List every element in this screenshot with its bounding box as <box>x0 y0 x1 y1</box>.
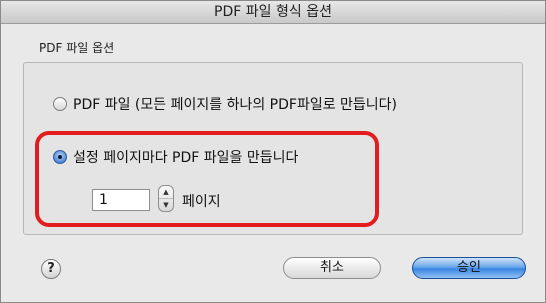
window-title: PDF 파일 형식 옵션 <box>1 1 545 24</box>
group-label: PDF 파일 옵션 <box>39 41 115 55</box>
radio-button-unselected[interactable] <box>53 97 67 111</box>
ok-button[interactable]: 승인 <box>412 257 526 279</box>
dialog-window: PDF 파일 형식 옵션 PDF 파일 옵션 PDF 파일 (모든 페이지를 하… <box>0 0 546 303</box>
radio-option-label: PDF 파일 (모든 페이지를 하나의 PDF파일로 만듭니다) <box>73 97 398 113</box>
highlight-annotation <box>35 131 379 227</box>
cancel-button[interactable]: 취소 <box>283 257 381 279</box>
radio-option-single-pdf[interactable]: PDF 파일 (모든 페이지를 하나의 PDF파일로 만듭니다) <box>53 94 397 114</box>
help-icon[interactable]: ? <box>41 259 61 279</box>
